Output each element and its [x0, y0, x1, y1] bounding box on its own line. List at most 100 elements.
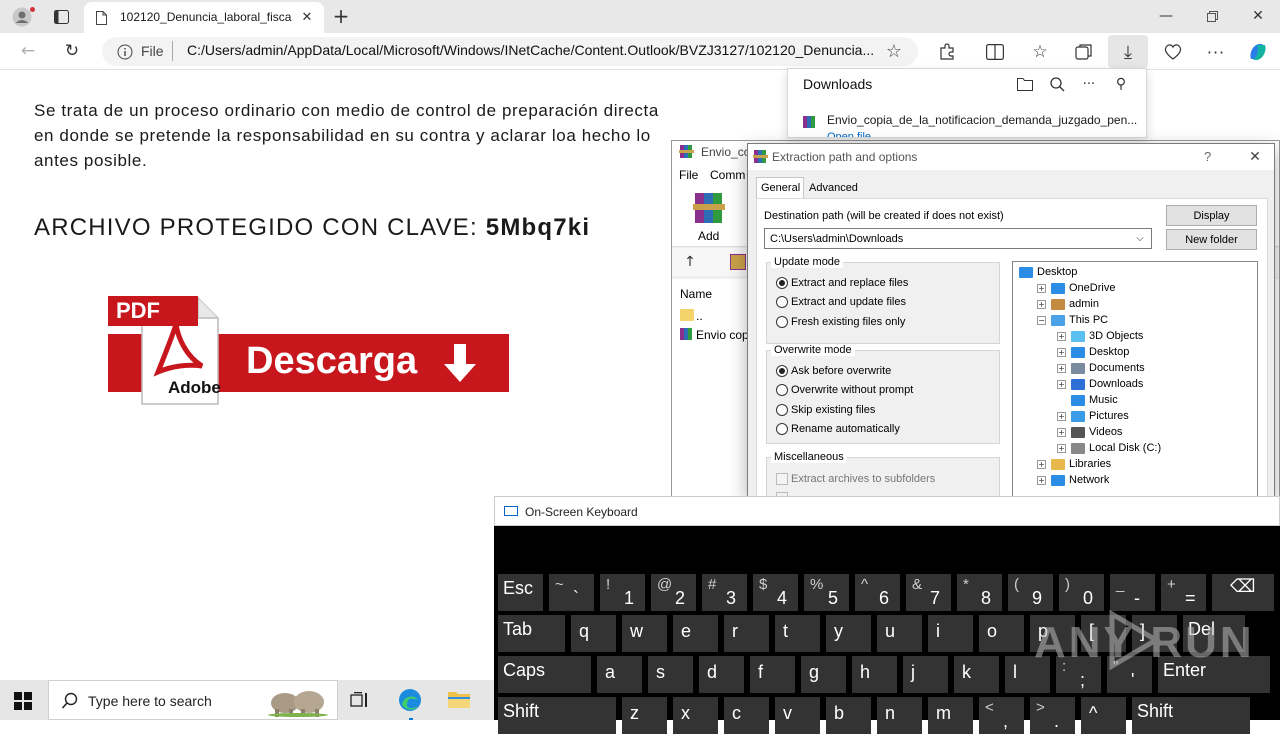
expand-icon[interactable]: + — [1057, 364, 1066, 373]
display-button[interactable]: Display — [1166, 205, 1257, 226]
radio-button[interactable] — [776, 365, 788, 377]
collapse-icon[interactable]: − — [1037, 316, 1046, 325]
key-char-111[interactable]: o — [979, 615, 1024, 652]
expand-icon[interactable]: + — [1057, 444, 1066, 453]
new-tab-icon[interactable]: + — [330, 4, 352, 28]
key-char-121[interactable]: y — [826, 615, 871, 652]
key-char-99[interactable]: c — [724, 697, 769, 734]
key-esc[interactable]: Esc — [498, 574, 543, 611]
key-shift[interactable]: Shift — [1132, 697, 1250, 734]
radio-button[interactable] — [776, 404, 788, 416]
radio-extract-update[interactable]: Extract and update files — [776, 296, 906, 311]
taskbar-search-box[interactable]: Type here to search — [48, 680, 338, 720]
url-text[interactable]: C:/Users/admin/AppData/Local/Microsoft/W… — [187, 42, 877, 58]
info-icon[interactable] — [116, 43, 133, 60]
browser-essentials-icon[interactable] — [1160, 40, 1186, 64]
extensions-icon[interactable] — [935, 40, 959, 64]
search-icon[interactable] — [1048, 75, 1066, 93]
radio-fresh-existing[interactable]: Fresh existing files only — [776, 316, 905, 331]
key-char-109[interactable]: m — [928, 697, 973, 734]
key-char-9003[interactable]: ⌫ — [1212, 574, 1274, 611]
key-char-107[interactable]: k — [954, 656, 999, 693]
key-shift[interactable]: Shift — [498, 697, 616, 734]
menu-file[interactable]: File — [679, 168, 698, 182]
radio-ask-overwrite[interactable]: Ask before overwrite — [776, 365, 891, 380]
edge-icon[interactable] — [398, 688, 422, 712]
radio-button[interactable] — [776, 423, 788, 435]
key-char-52[interactable]: 4 $ — [753, 574, 798, 611]
radio-button[interactable] — [776, 316, 788, 328]
close-tab-icon[interactable]: ✕ — [298, 8, 316, 26]
key-char-106[interactable]: j — [903, 656, 948, 693]
key-char-45[interactable]: - _ — [1110, 574, 1155, 611]
radio-button[interactable] — [776, 384, 788, 396]
key-char-53[interactable]: 5% — [804, 574, 849, 611]
radio-button[interactable] — [776, 296, 788, 308]
more-options-icon[interactable]: ··· — [1080, 75, 1098, 93]
expand-icon[interactable]: + — [1037, 476, 1046, 485]
tab-general[interactable]: General — [756, 177, 804, 199]
key-char-55[interactable]: 7 & — [906, 574, 951, 611]
more-menu-icon[interactable]: ··· — [1204, 40, 1228, 64]
key-tab[interactable]: Tab — [498, 615, 565, 652]
tab-actions-icon[interactable] — [50, 6, 72, 28]
key-char-110[interactable]: n — [877, 697, 922, 734]
browser-tab[interactable]: 102120_Denuncia_laboral_fiscal_ ✕ — [84, 2, 324, 33]
back-icon[interactable]: ← — [17, 40, 39, 62]
key-char-102[interactable]: f — [750, 656, 795, 693]
file-explorer-icon[interactable] — [447, 689, 471, 711]
collections-icon[interactable] — [1072, 40, 1096, 64]
key-char-118[interactable]: v — [775, 697, 820, 734]
close-dialog-icon[interactable]: ✕ — [1246, 148, 1264, 166]
key-char-104[interactable]: h — [852, 656, 897, 693]
expand-icon[interactable]: + — [1057, 380, 1066, 389]
open-folder-icon[interactable] — [1016, 75, 1034, 93]
expand-icon[interactable]: + — [1037, 284, 1046, 293]
key-char-61[interactable]: = + — [1161, 574, 1206, 611]
key-char-94[interactable]: ^ — [1081, 697, 1126, 734]
downloads-button[interactable]: ⤓ — [1108, 35, 1148, 68]
key-char-48[interactable]: 0) — [1059, 574, 1104, 611]
help-button[interactable]: ? — [1204, 149, 1211, 164]
key-char-96[interactable]: ` ~ — [549, 574, 594, 611]
key-char-122[interactable]: z — [622, 697, 667, 734]
key-char-97[interactable]: a — [597, 656, 642, 693]
key-char-100[interactable]: d — [699, 656, 744, 693]
windows-start-icon[interactable] — [14, 692, 32, 710]
menu-commands[interactable]: Comm — [710, 168, 745, 182]
download-file-name[interactable]: Envio_copia_de_la_notificacion_demanda_j… — [827, 113, 1139, 127]
key-char-51[interactable]: 3 # — [702, 574, 747, 611]
key-char-113[interactable]: q — [571, 615, 616, 652]
open-file-link[interactable]: Open file — [827, 129, 871, 137]
expand-icon[interactable]: + — [1057, 412, 1066, 421]
expand-icon[interactable]: + — [1037, 460, 1046, 469]
key-char-101[interactable]: e — [673, 615, 718, 652]
radio-overwrite-without-prompt[interactable]: Overwrite without prompt — [776, 384, 913, 399]
split-screen-icon[interactable] — [983, 40, 1007, 64]
add-label[interactable]: Add — [698, 229, 719, 243]
download-banner[interactable]: Descarga PDF Adobe — [108, 292, 510, 406]
key-char-57[interactable]: 9( — [1008, 574, 1053, 611]
key-char-44[interactable]: , < — [979, 697, 1024, 734]
key-char-56[interactable]: 8 * — [957, 574, 1002, 611]
restore-icon[interactable] — [1202, 6, 1222, 26]
favorite-star-icon[interactable]: ☆ — [884, 41, 904, 62]
list-item[interactable]: .. — [696, 309, 703, 323]
expand-icon[interactable]: + — [1057, 332, 1066, 341]
key-char-119[interactable]: w — [622, 615, 667, 652]
expand-icon[interactable]: + — [1037, 300, 1046, 309]
key-char-117[interactable]: u — [877, 615, 922, 652]
folder-tree[interactable]: Desktop + OneDrive + admin − This PC +3D Object… — [1012, 261, 1258, 499]
key-char-103[interactable]: g — [801, 656, 846, 693]
pin-icon[interactable]: ⚲ — [1112, 75, 1130, 93]
close-window-icon[interactable]: ✕ — [1248, 6, 1268, 26]
task-view-icon[interactable] — [350, 691, 370, 709]
radio-skip-existing[interactable]: Skip existing files — [776, 404, 875, 419]
checkbox-extract-subfolders[interactable]: Extract archives to subfolders — [776, 473, 935, 488]
key-char-54[interactable]: 6 ^ — [855, 574, 900, 611]
expand-icon[interactable]: + — [1057, 348, 1066, 357]
favorites-icon[interactable]: ☆ — [1028, 40, 1052, 64]
address-bar[interactable]: File C:/Users/admin/AppData/Local/Micros… — [102, 37, 918, 66]
new-folder-button[interactable]: New folder — [1166, 229, 1257, 250]
key-char-50[interactable]: 2 @ — [651, 574, 696, 611]
